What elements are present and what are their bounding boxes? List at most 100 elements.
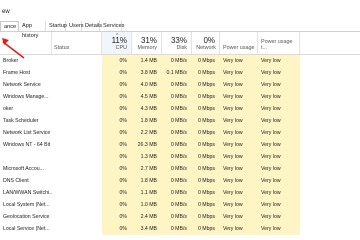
power-trend-value: Very low	[258, 55, 300, 67]
process-status	[52, 55, 102, 67]
cpu-value: 0%	[102, 127, 132, 139]
power-trend-value: Very low	[258, 175, 300, 187]
table-row[interactable]: 0% 1.3 MB 0 MB/s 0 Mbps Very low Very low	[0, 151, 360, 163]
power-trend-value: Very low	[258, 163, 300, 175]
column-header-network[interactable]: 0% Network	[192, 32, 220, 54]
process-status	[52, 139, 102, 151]
memory-value: 1.1 MB	[132, 187, 162, 199]
table-row[interactable]: Local Service (Net... 0% 3.4 MB 0 MB/s 0 Mbp…	[0, 223, 360, 235]
process-status	[52, 223, 102, 235]
disk-header-label: Disk	[176, 45, 187, 51]
status-header-label: Status	[54, 45, 70, 51]
memory-value: 4.3 MB	[132, 103, 162, 115]
table-row[interactable]: Task Scheduler 0% 1.8 MB 0 MB/s 0 Mbps Very l…	[0, 115, 360, 127]
power-usage-value: Very low	[220, 211, 258, 223]
process-name: Network Service	[3, 82, 41, 88]
network-value: 0 Mbps	[192, 127, 220, 139]
disk-value: 0.1 MB/s	[162, 67, 192, 79]
power-usage-value: Very low	[220, 91, 258, 103]
tab-startup[interactable]: Startup	[46, 21, 67, 31]
tab-services[interactable]: Services	[100, 21, 124, 31]
cpu-header-label: CPU	[115, 45, 127, 51]
disk-value: 0 MB/s	[162, 223, 192, 235]
column-header-power-usage-trend[interactable]: Power usage t...	[258, 32, 300, 54]
power-usage-value: Very low	[220, 223, 258, 235]
process-status	[52, 151, 102, 163]
process-name: Windows NT - 64 Bit	[3, 142, 51, 148]
cpu-value: 0%	[102, 175, 132, 187]
menu-bar: ew	[0, 7, 360, 17]
memory-value: 1.4 MB	[132, 55, 162, 67]
power-trend-value: Very low	[258, 103, 300, 115]
network-value: 0 Mbps	[192, 55, 220, 67]
disk-value: 0 MB/s	[162, 187, 192, 199]
memory-value: 1.8 MB	[132, 175, 162, 187]
table-row[interactable]: Microsoft Accou... 0% 2.7 MB 0 MB/s 0 Mbps Ve…	[0, 163, 360, 175]
memory-value: 2.4 MB	[132, 211, 162, 223]
table-row[interactable]: Network Service 0% 4.0 MB 0 MB/s 0 Mbps Very …	[0, 79, 360, 91]
power-usage-value: Very low	[220, 67, 258, 79]
table-row[interactable]: Local System (Net... 0% 1.0 MB 0 MB/s 0 Mbps…	[0, 199, 360, 211]
power-trend-value: Very low	[258, 127, 300, 139]
tab-users[interactable]: Users	[66, 21, 84, 31]
tab-app-history[interactable]: App history	[19, 21, 46, 39]
table-row[interactable]: Broker 0% 1.4 MB 0 MB/s 0 Mbps Very low Very l…	[0, 55, 360, 67]
process-status	[52, 211, 102, 223]
table-row[interactable]: Frame Host 0% 3.8 MB 0.1 MB/s 0 Mbps Very low…	[0, 67, 360, 79]
column-header-status[interactable]: Status	[52, 32, 102, 54]
column-header-disk[interactable]: 33% Disk	[162, 32, 192, 54]
power-usage-value: Very low	[220, 175, 258, 187]
memory-value: 1.8 MB	[132, 115, 162, 127]
process-name	[0, 151, 52, 163]
column-header-memory[interactable]: 31% Memory	[132, 32, 162, 54]
power-trend-value: Very low	[258, 187, 300, 199]
process-name: Geolocation Service	[3, 214, 50, 220]
power-usage-value: Very low	[220, 151, 258, 163]
cpu-value: 0%	[102, 139, 132, 151]
disk-value: 0 MB/s	[162, 175, 192, 187]
power-trend-value: Very low	[258, 151, 300, 163]
cpu-value: 0%	[102, 67, 132, 79]
column-header-power-usage[interactable]: Power usage	[220, 32, 258, 54]
network-value: 0 Mbps	[192, 211, 220, 223]
memory-value: 1.0 MB	[132, 199, 162, 211]
network-value: 0 Mbps	[192, 91, 220, 103]
disk-value: 0 MB/s	[162, 151, 192, 163]
memory-value: 2.2 MB	[132, 127, 162, 139]
table-row[interactable]: Windows Manage... 0% 4.5 MB 0 MB/s 0 Mbps Ver…	[0, 91, 360, 103]
power-usage-value: Very low	[220, 127, 258, 139]
power-trend-value: Very low	[258, 139, 300, 151]
table-row[interactable]: Network List Service 0% 2.2 MB 0 MB/s 0 Mbps…	[0, 127, 360, 139]
power-usage-value: Very low	[220, 55, 258, 67]
process-name: Network List Service	[3, 130, 51, 136]
tab-performance[interactable]: ance	[0, 21, 19, 31]
network-value: 0 Mbps	[192, 199, 220, 211]
power-trend-value: Very low	[258, 67, 300, 79]
table-row[interactable]: Geolocation Service 0% 2.4 MB 0 MB/s 0 Mbps V…	[0, 211, 360, 223]
table-row[interactable]: DNS Client 0% 1.8 MB 0 MB/s 0 Mbps Very low Ve…	[0, 175, 360, 187]
tab-details[interactable]: Details	[82, 21, 102, 31]
table-row[interactable]: Windows NT - 64 Bit 0% 26.3 MB 0 MB/s 0 Mbps…	[0, 139, 360, 151]
memory-header-label: Memory	[137, 45, 157, 51]
network-value: 0 Mbps	[192, 223, 220, 235]
cpu-value: 0%	[102, 55, 132, 67]
cpu-value: 0%	[102, 223, 132, 235]
table-row[interactable]: LAN/WWAN Switchi... 0% 1.1 MB 0 MB/s 0 Mbps V…	[0, 187, 360, 199]
menu-item-view[interactable]: ew	[2, 7, 10, 17]
power-usage-value: Very low	[220, 115, 258, 127]
table-row[interactable]: oker 0% 4.3 MB 0 MB/s 0 Mbps Very low Very low	[0, 103, 360, 115]
cpu-value: 0%	[102, 187, 132, 199]
network-value: 0 Mbps	[192, 151, 220, 163]
power-usage-value: Very low	[220, 79, 258, 91]
cpu-value: 0%	[102, 79, 132, 91]
power-trend-value: Very low	[258, 91, 300, 103]
process-name: Microsoft Accou...	[3, 166, 44, 172]
process-status	[52, 91, 102, 103]
disk-value: 0 MB/s	[162, 103, 192, 115]
red-arrow-annotation-icon	[2, 38, 25, 59]
cpu-value: 0%	[102, 199, 132, 211]
power-trend-value: Very low	[258, 79, 300, 91]
process-name: LAN/WWAN Switchi...	[3, 190, 52, 196]
column-header-row: Status 11% CPU 31% Memory 33% Disk 0% Ne…	[0, 32, 360, 55]
disk-value: 0 MB/s	[162, 55, 192, 67]
